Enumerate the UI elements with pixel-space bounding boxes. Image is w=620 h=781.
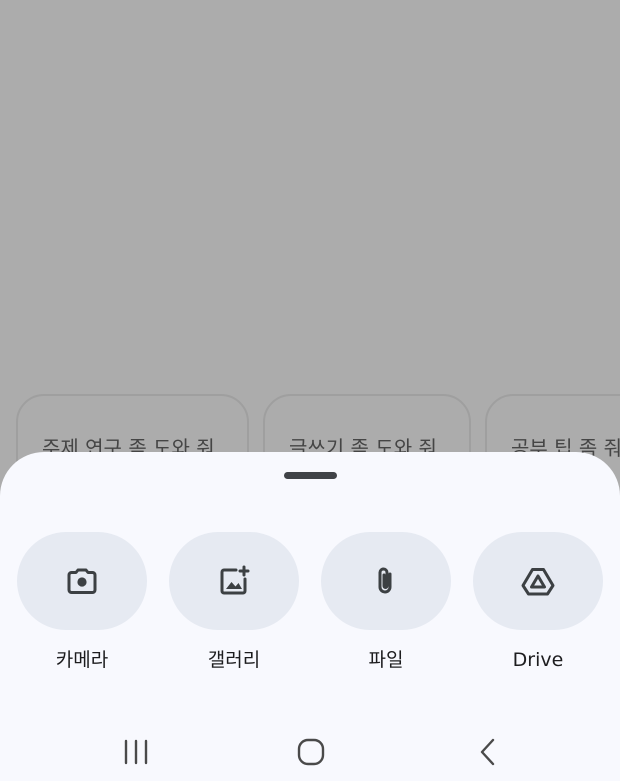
navigation-bar [0,718,620,781]
drive-label: Drive [512,649,564,671]
gallery-button[interactable] [169,532,299,630]
drive-button[interactable] [473,532,603,630]
paperclip-icon [378,567,392,594]
back-button[interactable] [468,732,508,772]
gallery-label: 갤러리 [207,649,261,671]
gallery-option[interactable]: 갤러리 [169,532,299,672]
recents-icon [124,739,148,765]
screen: 주제 연구 좀 도와 줘 글쓰기 좀 도와 줘 공부 팁 좀 줘 카메라 갤러리… [0,0,620,781]
attachment-options: 카메라 갤러리 파일 Drive [17,532,603,672]
camera-label: 카메라 [55,649,109,671]
add-image-icon [220,565,250,595]
back-icon [480,738,495,766]
file-label: 파일 [368,649,404,671]
drive-icon [521,568,555,596]
file-button[interactable] [321,532,451,630]
attachment-bottom-sheet: 카메라 갤러리 파일 Drive [0,452,620,781]
drive-option[interactable]: Drive [473,532,603,672]
home-icon [297,738,325,766]
file-option[interactable]: 파일 [321,532,451,672]
camera-button[interactable] [17,532,147,630]
camera-icon [67,568,97,594]
drag-handle[interactable] [284,472,337,479]
camera-option[interactable]: 카메라 [17,532,147,672]
home-button[interactable] [291,732,331,772]
recents-button[interactable] [116,732,156,772]
